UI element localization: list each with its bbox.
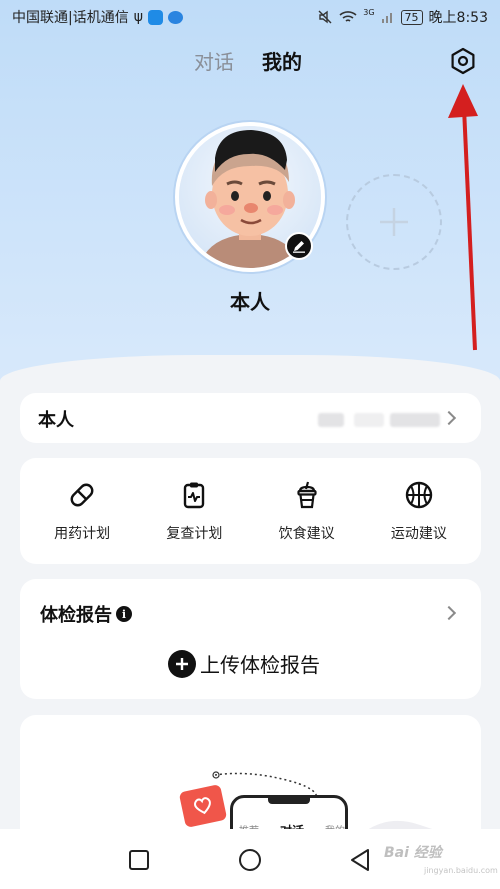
edit-avatar-button[interactable] bbox=[285, 232, 313, 260]
blurred-text bbox=[390, 413, 440, 427]
clock: 晚上8:53 bbox=[428, 10, 488, 26]
report-title-text: 体检报告 bbox=[40, 605, 112, 626]
carrier-text: 中国联通|话机通信 bbox=[12, 10, 129, 26]
member-name: 本人 bbox=[38, 410, 74, 431]
basketball-icon bbox=[403, 479, 435, 511]
plan-label: 饮食建议 bbox=[278, 526, 335, 542]
tab-header: 对话 我的 bbox=[0, 46, 500, 80]
settings-button[interactable] bbox=[448, 46, 478, 76]
battery-level: 75 bbox=[400, 9, 423, 25]
usb-icon: ψ bbox=[133, 9, 143, 25]
member-info-blurred bbox=[318, 409, 443, 429]
report-title[interactable]: 体检报告 i bbox=[40, 601, 132, 627]
status-bar: 中国联通|话机通信 ψ 3G 75 晚上8:53 bbox=[0, 0, 500, 34]
chat-bubble-icon bbox=[167, 10, 183, 24]
pencil-icon bbox=[293, 241, 305, 253]
mute-icon bbox=[317, 9, 333, 25]
member-card[interactable]: 本人 bbox=[20, 393, 481, 443]
plan-card: 用药计划 复查计划 饮食建议 运动建议 bbox=[20, 458, 481, 564]
plan-medication[interactable]: 用药计划 bbox=[32, 479, 132, 543]
drink-cup-icon bbox=[291, 479, 323, 511]
promo-card: 推荐 对话 我的 bbox=[20, 715, 481, 845]
circle-icon bbox=[239, 849, 261, 871]
upload-report-label: 上传体检报告 bbox=[200, 653, 320, 677]
report-card: 体检报告 i 上传体检报告 bbox=[20, 579, 481, 699]
blurred-text bbox=[354, 413, 384, 427]
add-member-button[interactable] bbox=[346, 174, 442, 270]
plan-label: 运动建议 bbox=[390, 526, 447, 542]
back-button[interactable] bbox=[348, 848, 372, 872]
shield-icon bbox=[147, 9, 163, 25]
square-icon bbox=[129, 850, 149, 870]
watermark: Bai 经验 bbox=[384, 845, 442, 861]
plus-circle-icon bbox=[168, 649, 196, 678]
status-left: 中国联通|话机通信 ψ bbox=[12, 7, 183, 27]
wifi-icon bbox=[339, 10, 357, 24]
info-icon[interactable]: i bbox=[116, 606, 132, 622]
plan-exercise[interactable]: 运动建议 bbox=[369, 479, 469, 543]
network-type: 3G bbox=[363, 7, 375, 17]
chevron-right-icon bbox=[441, 410, 457, 426]
watermark-url: jingyan.baidu.com bbox=[424, 866, 498, 875]
chevron-right-icon[interactable] bbox=[441, 605, 457, 621]
clipboard-pulse-icon bbox=[178, 479, 210, 511]
upload-report-button[interactable]: 上传体检报告 bbox=[168, 649, 320, 678]
recent-apps-button[interactable] bbox=[127, 848, 151, 872]
phone-notch bbox=[268, 798, 310, 804]
tab-mine[interactable]: 我的 bbox=[262, 46, 302, 75]
plus-icon bbox=[380, 208, 408, 236]
status-right: 3G 75 晚上8:53 bbox=[317, 7, 488, 27]
home-button[interactable] bbox=[238, 848, 262, 872]
blurred-text bbox=[318, 413, 344, 427]
plan-label: 复查计划 bbox=[166, 526, 223, 542]
triangle-back-icon bbox=[351, 849, 369, 871]
pill-icon bbox=[66, 479, 98, 511]
settings-hexagon-icon bbox=[451, 47, 475, 75]
plan-recheck[interactable]: 复查计划 bbox=[144, 479, 244, 543]
annotation-arrow bbox=[448, 84, 478, 351]
signal-icon bbox=[381, 10, 395, 24]
plan-diet[interactable]: 饮食建议 bbox=[257, 479, 357, 543]
plan-label: 用药计划 bbox=[54, 526, 111, 542]
tab-chat[interactable]: 对话 bbox=[194, 46, 234, 75]
profile-name: 本人 bbox=[230, 290, 270, 314]
